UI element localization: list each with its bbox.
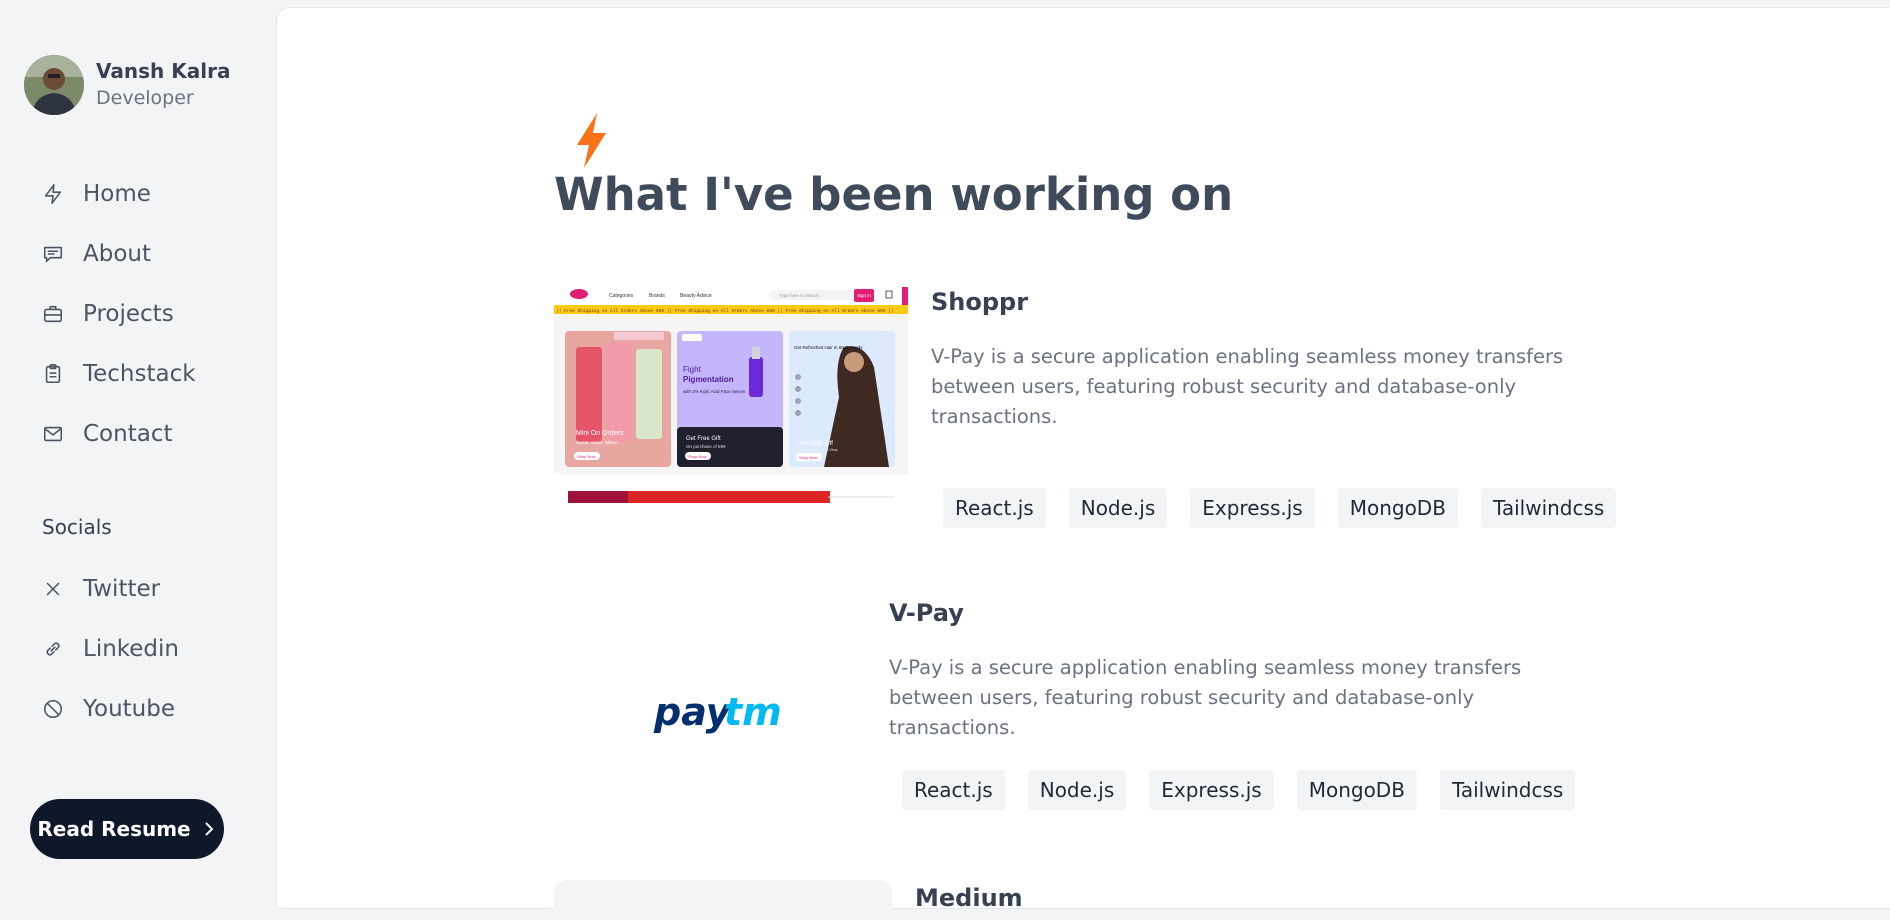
thumb-signin: Sign in [857, 293, 871, 298]
profile-role: Developer [96, 86, 194, 109]
read-resume-button[interactable]: Read Resume [30, 799, 224, 859]
social-label-twitter: Twitter [83, 576, 161, 602]
read-resume-label: Read Resume [37, 817, 191, 841]
thumb-menu-brands: Brands [649, 293, 665, 299]
thumb-card3-shop-now: Shop Now [799, 455, 818, 460]
social-label-youtube: Youtube [83, 696, 175, 722]
x-icon [46, 582, 60, 596]
nav-item-contact[interactable]: Contact [42, 414, 242, 454]
nav-label-contact: Contact [83, 421, 173, 447]
page-title: What I've been working on [554, 168, 1234, 221]
nav-item-about[interactable]: About [42, 234, 242, 274]
chevron-right-icon [204, 822, 214, 836]
thumb-card3-heading: Get Refreshed Hair in 60 Seconds [794, 345, 863, 350]
bolt-icon [44, 184, 62, 204]
vpay-thumbnail[interactable]: pay tm [554, 598, 854, 828]
thumb-ticker: || Free Shipping on All Orders Above 599… [556, 308, 894, 314]
project-tags-vpay: React.js Node.js Express.js MongoDB Tail… [902, 770, 1598, 810]
nav-item-projects[interactable]: Projects [42, 294, 242, 334]
link-icon [46, 642, 60, 656]
clipboard-icon [45, 364, 61, 384]
thumb-menu-beauty-advice: Beauty Advice [680, 293, 712, 299]
tag-node: Node.js [1068, 488, 1168, 528]
nav-label-about: About [83, 241, 152, 267]
thumb-card1-sub: Sweat, swipe, Shine! [576, 440, 618, 445]
thumb-menu-categories: Categories [609, 293, 634, 299]
thumb-card2-offer: Get Free Gift [686, 436, 721, 442]
profile: Vansh Kalra Developer [24, 55, 230, 115]
social-item-twitter[interactable]: Twitter [42, 569, 242, 609]
tag-express: Express.js [1149, 770, 1274, 810]
project-title-medium[interactable]: Medium [915, 884, 1023, 912]
tag-tailwindcss: Tailwindcss [1439, 770, 1576, 810]
nav-label-projects: Projects [83, 301, 174, 327]
ban-icon [43, 699, 63, 719]
thumb-card3-offer-sub: Loaded for Bristol Clus [797, 447, 837, 452]
project-tags-shoppr: React.js Node.js Express.js MongoDB Tail… [943, 488, 1639, 528]
paytm-logo-part2: tm [724, 690, 782, 734]
nav-label-techstack: Techstack [83, 361, 196, 387]
profile-name: Vansh Kalra [96, 58, 231, 83]
paytm-logo: pay tm [653, 690, 782, 734]
tag-tailwindcss: Tailwindcss [1480, 488, 1617, 528]
thumb-card2-highlight: Pigmentation [683, 375, 734, 384]
thumb-card2-heading: Fight [683, 365, 702, 374]
tag-mongodb: MongoDB [1296, 770, 1417, 810]
project-description-vpay: V-Pay is a secure application enabling s… [889, 656, 1522, 739]
sidebar: Vansh Kalra Developer Home About Project… [0, 0, 276, 899]
tag-react: React.js [902, 770, 1005, 810]
social-label-linkedin: Linkedin [83, 636, 179, 662]
socials-heading: Socials [42, 515, 112, 539]
tag-react: React.js [943, 488, 1046, 528]
project-description-shoppr: V-Pay is a secure application enabling s… [931, 345, 1564, 428]
thumb-card2-offer-sub: On purchase of 599 [686, 444, 726, 449]
main-content: What I've been working on Categories Bra… [276, 7, 1890, 920]
tag-node: Node.js [1027, 770, 1127, 810]
project-title-vpay[interactable]: V-Pay [889, 599, 964, 627]
thumb-search-placeholder: Type here to search... [779, 293, 823, 298]
social-item-youtube[interactable]: Youtube [42, 689, 242, 729]
thumb-card1-title: Mini On Orders [576, 430, 624, 437]
thumb-card2-shop-now: Shop Now [688, 454, 707, 459]
medium-thumbnail[interactable] [554, 880, 892, 920]
social-item-linkedin[interactable]: Linkedin [42, 629, 242, 669]
avatar [24, 55, 84, 115]
mail-icon [43, 426, 63, 442]
thumb-card1-shop-now: Shop Now [577, 454, 596, 459]
bolt-icon [577, 113, 606, 168]
briefcase-icon [43, 305, 63, 323]
shoppr-thumbnail[interactable]: Categories Brands Beauty Advice Type her… [554, 287, 908, 503]
nav-item-techstack[interactable]: Techstack [42, 354, 242, 394]
tag-mongodb: MongoDB [1337, 488, 1458, 528]
paytm-logo-part1: pay [653, 690, 733, 734]
nav-label-home: Home [83, 181, 151, 207]
chat-icon [43, 246, 63, 263]
thumb-card2-body: with 2% Kojic Acid Face Serum [683, 389, 746, 394]
tag-express: Express.js [1190, 488, 1315, 528]
nav-item-home[interactable]: Home [42, 174, 242, 214]
project-title-shoppr[interactable]: Shoppr [931, 288, 1028, 316]
